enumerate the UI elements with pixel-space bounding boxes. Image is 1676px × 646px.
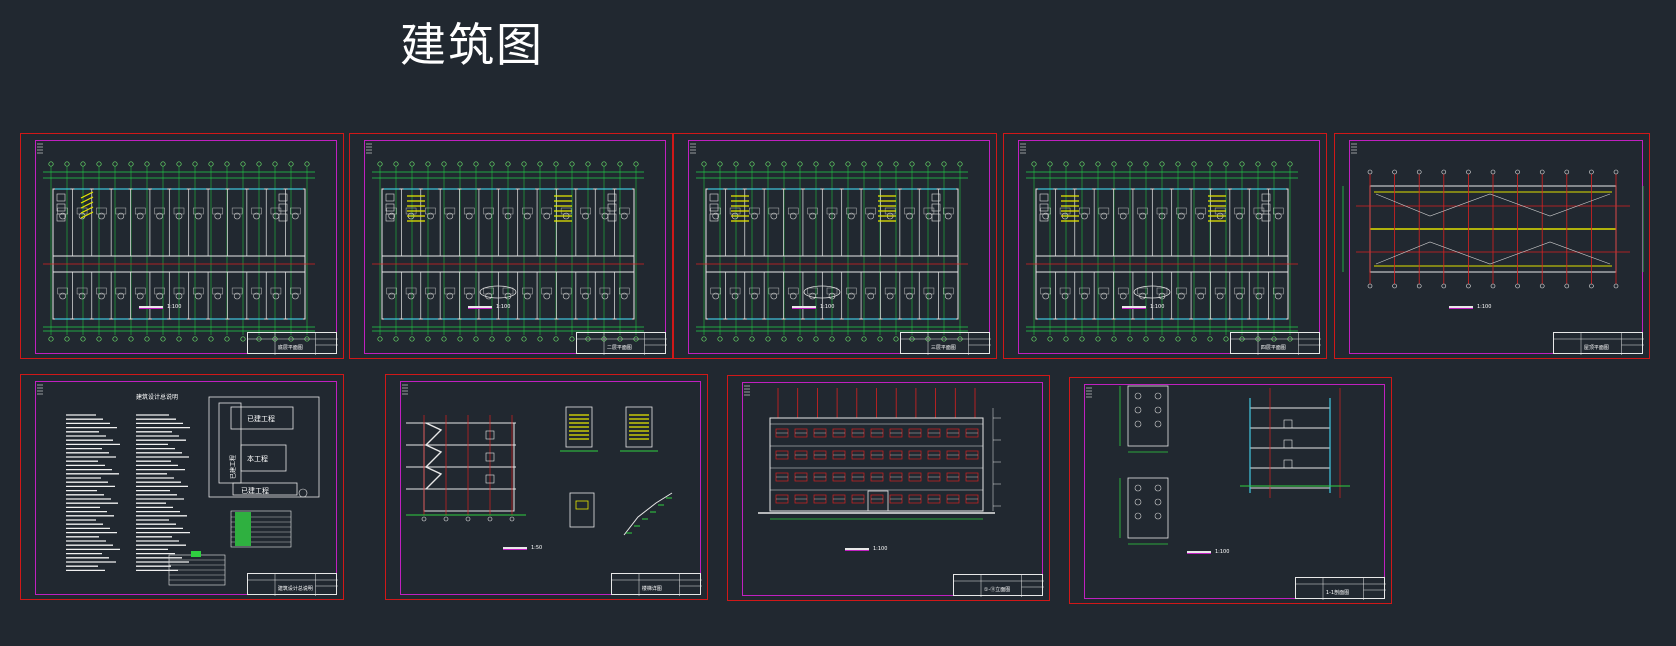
scale-label: 1:100 <box>820 304 835 310</box>
drawing-stair <box>402 384 673 536</box>
cad-drawing-canvas[interactable]: 建筑图 底层平面图 1:100 二层平面图 1:100 三层平面图 1:100 四层平面图 1… <box>0 0 1676 646</box>
drawing-notes: 建筑设计总说明已建工程本工程已建工程已建工程 <box>37 384 320 586</box>
drawing-name-underline <box>1122 306 1146 309</box>
sheet-design-notes[interactable]: 建筑设计总说明 已建工程 本工程 已建工程 已建工程 建筑设计总说明 <box>20 374 344 600</box>
plan-drawing <box>372 161 644 342</box>
scale-label: 1:50 <box>531 545 543 551</box>
drawing-plan <box>690 143 968 342</box>
site-existing-bottom: 已建工程 <box>241 486 269 495</box>
stair-drawing <box>406 406 673 536</box>
scale-label: 1:100 <box>1215 549 1230 555</box>
title-block: 楼梯详图 <box>611 573 702 596</box>
scale-label: 1:100 <box>167 304 182 310</box>
sheet-front-elevation[interactable]: ①-⑪立面图 1:100 <box>727 375 1050 601</box>
drawing-plan <box>37 143 315 342</box>
sheet-section-details[interactable]: 1-1剖面图 1:100 <box>1069 377 1392 604</box>
scale-label: 1:100 <box>1150 304 1165 310</box>
notes-heading: 建筑设计总说明 <box>136 393 178 401</box>
title-block: ①-⑪立面图 <box>953 574 1044 597</box>
site-existing-side: 已建工程 <box>229 455 237 479</box>
drawing-name-underline <box>468 306 492 309</box>
drawing-plan <box>366 143 644 342</box>
sheet-floor-plan-2[interactable]: 二层平面图 1:100 <box>349 133 673 359</box>
plan-drawing <box>696 161 968 342</box>
sheet-roof-plan[interactable]: 屋顶平面图 1:100 <box>1334 133 1650 359</box>
sheet-floor-plan-1[interactable]: 底层平面图 1:100 <box>20 133 344 359</box>
drawing-name-underline <box>792 306 816 309</box>
scale-label: 1:100 <box>496 304 511 310</box>
plan-drawing <box>43 161 315 342</box>
roof-drawing <box>1342 169 1644 289</box>
drawing-name-underline <box>1187 551 1211 554</box>
drawing-name-underline <box>503 547 527 550</box>
sheet-floor-plan-4[interactable]: 四层平面图 1:100 <box>1003 133 1327 359</box>
drawing-title: 建筑图 <box>400 18 544 72</box>
title-block: 底层平面图 <box>247 332 338 355</box>
title-block: 三层平面图 <box>900 332 991 355</box>
title-block: 1-1剖面图 <box>1295 577 1386 600</box>
drawing-name-underline <box>845 548 869 551</box>
plan-drawing <box>1026 161 1298 342</box>
site-existing-top: 已建工程 <box>247 414 275 423</box>
sheet-floor-plan-3[interactable]: 三层平面图 1:100 <box>673 133 997 359</box>
drawing-roof <box>1342 143 1644 289</box>
drawing-plan <box>1020 143 1298 342</box>
drawing-section <box>1086 385 1350 545</box>
section-drawing <box>1119 385 1350 545</box>
title-block: 四层平面图 <box>1230 332 1321 355</box>
drawing-name-underline <box>139 306 163 309</box>
notes-drawing: 建筑设计总说明已建工程本工程已建工程已建工程 <box>66 393 320 586</box>
title-block: 二层平面图 <box>576 332 667 355</box>
sheet-stair-details[interactable]: 楼梯详图 1:50 <box>385 374 708 600</box>
scale-label: 1:100 <box>873 546 888 552</box>
site-new-building: 本工程 <box>247 454 268 463</box>
drawing-elevation <box>744 385 1001 520</box>
elevation-drawing <box>758 388 1001 520</box>
title-block: 屋顶平面图 <box>1553 332 1644 355</box>
drawing-name-underline <box>1449 306 1473 309</box>
scale-label: 1:100 <box>1477 304 1492 310</box>
title-block: 建筑设计总说明 <box>247 573 338 596</box>
